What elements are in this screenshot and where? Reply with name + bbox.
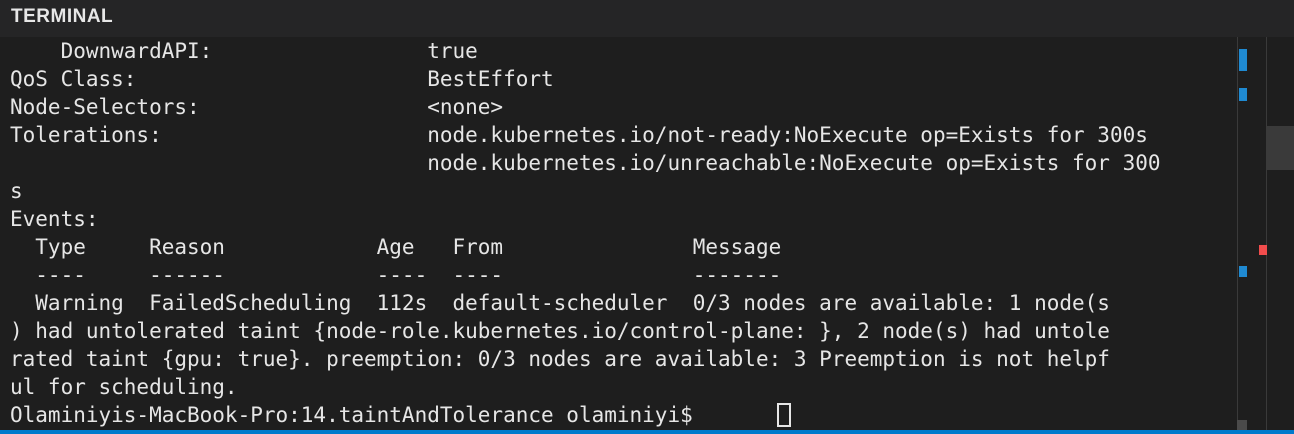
focus-border [0,430,1294,434]
terminal-line: ul for scheduling. [10,375,238,399]
panel-header: TERMINAL [0,0,1294,37]
terminal-output[interactable]: DownwardAPI: true QoS Class: BestEffort … [10,37,1235,430]
terminal-line: ) had untolerated taint {node-role.kuber… [10,319,1110,343]
terminal-line: Events: [10,207,99,231]
overview-marker-red [1259,245,1267,255]
scrollbar-thumb[interactable] [1267,126,1294,170]
scrollbar-track[interactable] [1267,37,1294,430]
terminal-line: s [10,179,23,203]
terminal-line: rated taint {gpu: true}. preemption: 0/3… [10,347,1110,371]
terminal-line: DownwardAPI: true [10,39,478,63]
terminal-line: Warning FailedScheduling 112s default-sc… [10,291,1110,315]
terminal-line: Tolerations: node.kubernetes.io/not-read… [10,123,1148,147]
overview-ruler[interactable] [1237,37,1267,430]
terminal-line: Node-Selectors: <none> [10,95,504,119]
terminal-prompt: Olaminiyis-MacBook-Pro:14.taintAndTolera… [10,403,706,427]
overview-marker-blue [1239,266,1247,277]
terminal-cursor [777,403,791,427]
scroll-corner [1237,420,1247,430]
terminal-line: node.kubernetes.io/unreachable:NoExecute… [10,151,1161,175]
terminal-line: Type Reason Age From Message [10,235,782,259]
overview-marker-blue [1239,88,1247,101]
terminal-panel: TERMINAL DownwardAPI: true QoS Class: Be… [0,0,1294,434]
panel-title[interactable]: TERMINAL [11,6,113,28]
terminal-line: ---- ------ ---- ---- ------- [10,263,782,287]
terminal-line: QoS Class: BestEffort [10,67,554,91]
overview-marker-blue [1239,49,1247,71]
